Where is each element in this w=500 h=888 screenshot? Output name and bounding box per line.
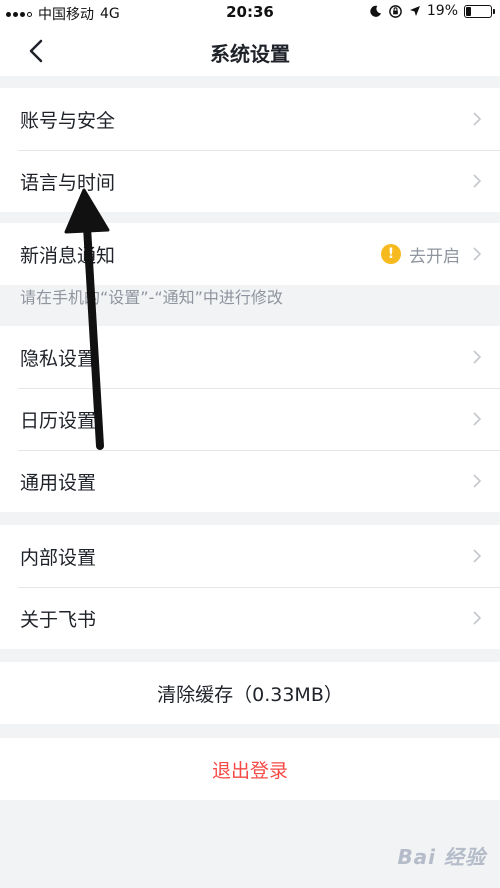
- logout-button[interactable]: 退出登录: [0, 738, 500, 800]
- warning-icon: !: [381, 244, 401, 264]
- list-item-label: 账号与安全: [20, 109, 116, 132]
- battery-percent: 19%: [426, 3, 458, 19]
- notification-hint: 请在手机的“设置”-“通知”中进行修改: [20, 288, 283, 307]
- notification-status: ! 去开启: [381, 223, 460, 285]
- list-item-label: 内部设置: [20, 546, 97, 569]
- list-item-label: 日历设置: [20, 409, 97, 432]
- chevron-right-icon: [473, 412, 482, 426]
- internal-settings-item[interactable]: 内部设置: [0, 525, 500, 587]
- list-item-label: 隐私设置: [20, 347, 97, 370]
- moon-icon: [370, 5, 381, 17]
- general-settings-item[interactable]: 通用设置: [0, 450, 500, 512]
- privacy-settings-item[interactable]: 隐私设置: [0, 326, 500, 388]
- chevron-right-icon: [473, 549, 482, 563]
- watermark: Bai 经验: [397, 841, 486, 870]
- chevron-right-icon: [473, 247, 482, 261]
- list-item-label: 语言与时间: [20, 171, 116, 194]
- watermark-text: Bai 经验: [397, 845, 486, 869]
- chevron-right-icon: [473, 350, 482, 364]
- list-item-label: 关于飞书: [20, 608, 97, 631]
- notification-status-text: 去开启: [409, 246, 460, 267]
- account-group: 账号与安全 语言与时间: [0, 88, 500, 212]
- language-time-item[interactable]: 语言与时间: [0, 150, 500, 212]
- clear-cache-button[interactable]: 清除缓存（0.33MB）: [0, 662, 500, 724]
- notification-item[interactable]: 新消息通知 ! 去开启: [0, 223, 500, 285]
- about-feishu-item[interactable]: 关于飞书: [0, 587, 500, 649]
- page-title: 系统设置: [210, 42, 290, 66]
- chevron-right-icon: [473, 611, 482, 625]
- location-icon: [409, 6, 420, 16]
- calendar-settings-item[interactable]: 日历设置: [0, 388, 500, 450]
- account-security-item[interactable]: 账号与安全: [0, 88, 500, 150]
- about-group: 内部设置 关于飞书: [0, 525, 500, 649]
- notification-group: 新消息通知 ! 去开启: [0, 223, 500, 285]
- chevron-right-icon: [473, 474, 482, 488]
- status-bar: 中国移动 4G 20:36 19%: [0, 0, 500, 26]
- battery-icon: [464, 4, 495, 18]
- chevron-right-icon: [473, 112, 482, 126]
- nav-bar: 系统设置: [0, 26, 500, 76]
- settings-group: 隐私设置 日历设置 通用设置: [0, 326, 500, 512]
- list-item-label: 通用设置: [20, 471, 97, 494]
- status-right: 19%: [369, 3, 495, 19]
- orientation-lock-icon: [389, 4, 402, 18]
- list-item-label: 新消息通知: [20, 244, 116, 267]
- chevron-right-icon: [473, 174, 482, 188]
